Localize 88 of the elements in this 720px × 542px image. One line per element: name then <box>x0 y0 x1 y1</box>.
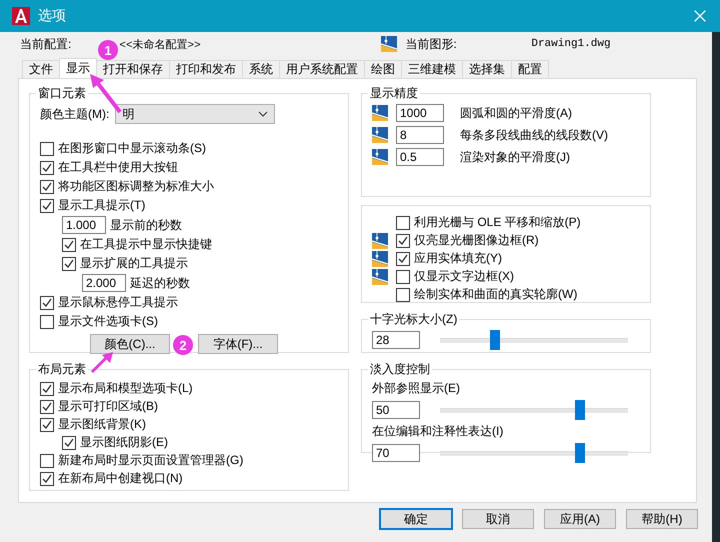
field-label: 渲染对象的平滑度(J) <box>460 148 570 166</box>
checkbox[interactable] <box>62 436 76 450</box>
tab[interactable]: 用户系统配置 <box>279 60 365 78</box>
field-label: 圆弧和圆的平滑度(A) <box>460 104 572 122</box>
checkbox[interactable] <box>396 216 410 230</box>
checkbox[interactable] <box>40 314 54 328</box>
checkbox-label: 显示扩展的工具提示 <box>80 255 188 272</box>
drawing-label: 当前图形: <box>405 36 458 52</box>
field-label: 显示前的秒数 <box>110 216 182 234</box>
checkbox-label: 应用实体填充(Y) <box>414 250 502 267</box>
dialog-button[interactable]: 帮助(H) <box>626 509 698 529</box>
group-title: 十字光标大小(Z) <box>369 311 458 328</box>
checkbox[interactable] <box>40 160 54 174</box>
checkbox[interactable] <box>396 288 410 302</box>
group-title: 布局元素 <box>37 361 87 378</box>
checkbox-label: 新建布局时显示页面设置管理器(G) <box>58 452 244 469</box>
tab[interactable]: 选择集 <box>462 60 512 78</box>
number-field[interactable]: 2.000 <box>82 274 126 292</box>
dialog-button[interactable]: 颜色(C)... <box>90 334 170 354</box>
number-field[interactable]: 0.5 <box>396 148 444 166</box>
number-field[interactable]: 50 <box>372 401 420 419</box>
checkbox-label: 仅亮显光栅图像边框(R) <box>414 232 539 249</box>
checkbox-label: 显示可打印区域(B) <box>58 398 158 415</box>
checkbox[interactable] <box>396 252 410 266</box>
group-title: 淡入度控制 <box>369 361 431 378</box>
color-theme-dropdown[interactable]: 明 <box>115 104 276 124</box>
checkbox[interactable] <box>40 142 54 156</box>
tab[interactable]: 配置 <box>511 60 549 78</box>
drawing-icon <box>372 105 388 121</box>
group-title: 显示精度 <box>369 85 419 102</box>
checkbox[interactable] <box>40 400 54 414</box>
number-field[interactable]: 8 <box>396 126 444 144</box>
number-field[interactable]: 1.000 <box>62 216 106 234</box>
profile-label: 当前配置: <box>20 36 72 52</box>
checkbox[interactable] <box>40 296 54 310</box>
checkbox-label: 显示鼠标悬停工具提示 <box>58 294 178 311</box>
drawing-icon <box>381 36 398 52</box>
drawing-icon <box>372 149 388 165</box>
checkbox[interactable] <box>40 472 54 486</box>
dialog-button[interactable]: 应用(A) <box>544 509 616 529</box>
checkbox-label: 显示文件选项卡(S) <box>58 313 158 330</box>
number-field[interactable]: 28 <box>372 331 420 349</box>
tab[interactable]: 显示 <box>59 58 97 78</box>
dialog-button[interactable]: 取消 <box>462 509 534 529</box>
slider-thumb[interactable] <box>575 443 586 463</box>
group-title: 窗口元素 <box>37 85 87 102</box>
slider-thumb[interactable] <box>490 330 500 350</box>
slider-thumb[interactable] <box>575 400 586 420</box>
field-label: 在位编辑和注释性表达(I) <box>372 423 504 440</box>
checkbox[interactable] <box>396 270 410 284</box>
checkbox[interactable] <box>40 198 54 212</box>
field-label: 延迟的秒数 <box>130 274 190 292</box>
checkbox[interactable] <box>396 234 410 248</box>
number-field[interactable]: 1000 <box>396 104 444 122</box>
app-logo-icon <box>12 7 30 25</box>
checkbox-label: 利用光栅与 OLE 平移和缩放(P) <box>414 214 581 231</box>
checkbox[interactable] <box>40 382 54 396</box>
checkbox[interactable] <box>62 238 76 252</box>
checkbox[interactable] <box>40 180 54 194</box>
checkbox-label: 在工具提示中显示快捷键 <box>80 236 212 253</box>
tab[interactable]: 打开和保存 <box>96 60 170 78</box>
profile-value: <<未命名配置>> <box>119 38 202 52</box>
dialog-button[interactable]: 确定 <box>380 509 452 529</box>
drawing-icon <box>372 127 388 143</box>
checkbox-label: 显示工具提示(T) <box>58 197 146 214</box>
checkbox[interactable] <box>40 454 54 468</box>
checkbox-label: 绘制实体和曲面的真实轮廓(W) <box>414 286 578 303</box>
pointer-arrow <box>90 352 114 374</box>
field-label: 颜色主题(M): <box>40 106 110 122</box>
checkbox-label: 显示布局和模型选项卡(L) <box>58 380 193 397</box>
tab[interactable]: 打印和发布 <box>169 60 243 78</box>
checkbox[interactable] <box>62 256 76 270</box>
dialog-button[interactable]: 字体(F)... <box>198 334 278 354</box>
number-field[interactable]: 70 <box>372 444 420 462</box>
field-label: 每条多段线曲线的线段数(V) <box>460 126 608 144</box>
checkbox[interactable] <box>40 418 54 432</box>
checkbox-label: 在工具栏中使用大按钮 <box>58 159 178 176</box>
drawing-value: Drawing1.dwg <box>531 38 611 50</box>
checkbox-label: 显示图纸背景(K) <box>58 416 146 433</box>
checkbox-label: 在图形窗口中显示滚动条(S) <box>58 140 206 157</box>
tab[interactable]: 文件 <box>22 60 60 78</box>
checkbox-label: 在新布局中创建视口(N) <box>58 470 183 487</box>
checkbox-label: 仅显示文字边框(X) <box>414 268 514 285</box>
checkbox-label: 将功能区图标调整为标准大小 <box>58 178 214 195</box>
checkbox-label: 显示图纸阴影(E) <box>80 434 168 451</box>
caret-icon <box>258 111 268 117</box>
window-title: 选项 <box>38 7 67 25</box>
field-label: 外部参照显示(E) <box>372 380 461 397</box>
